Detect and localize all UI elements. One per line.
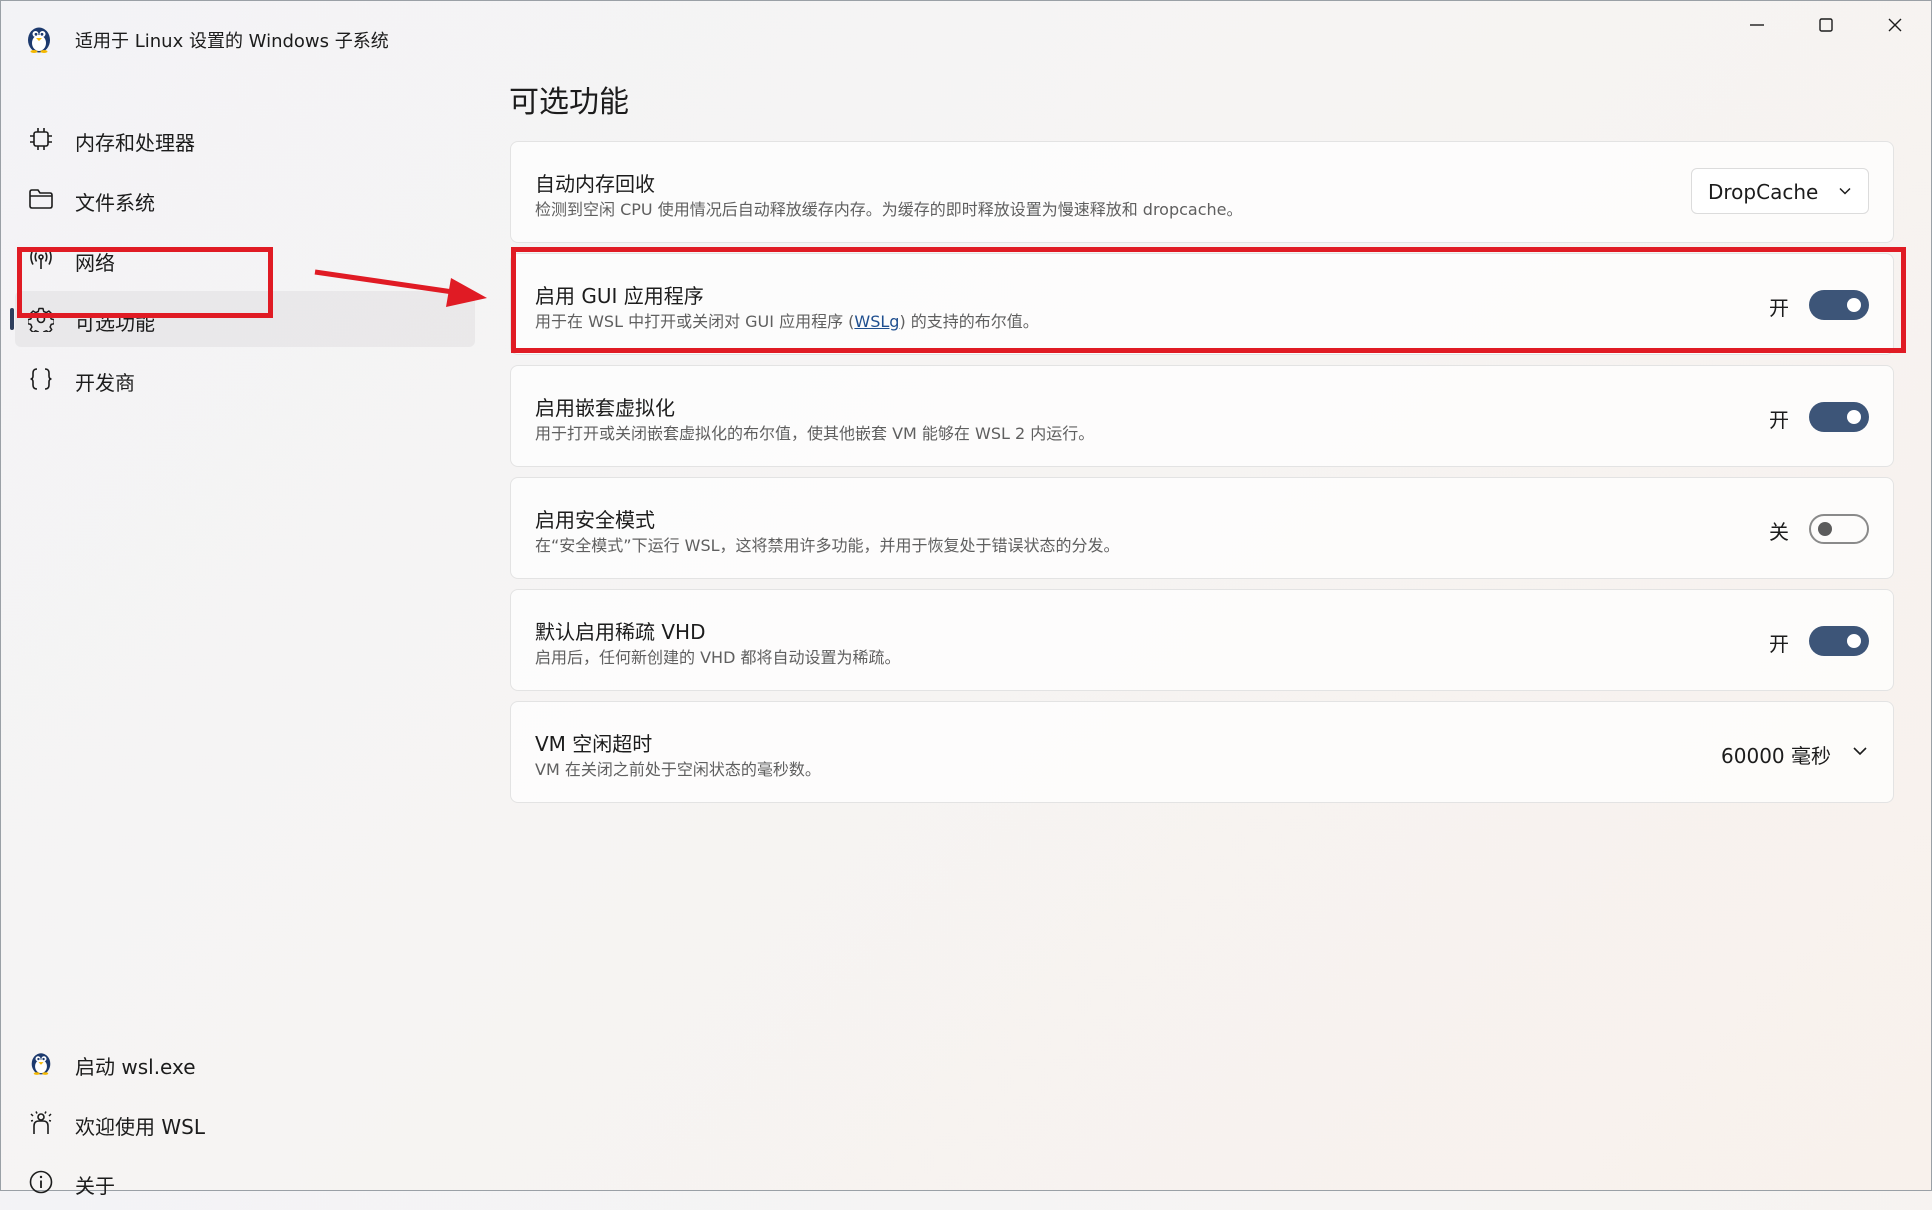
braces-icon	[27, 365, 55, 393]
auto-memory-reclaim-dropdown[interactable]: DropCache	[1691, 168, 1869, 214]
setting-title: 自动内存回收	[535, 172, 655, 196]
chip-icon	[27, 125, 55, 153]
setting-card-vm-idle-timeout[interactable]: VM 空闲超时 VM 在关闭之前处于空闲状态的毫秒数。 60000 毫秒	[510, 701, 1894, 803]
setting-description: VM 在关闭之前处于空闲状态的毫秒数。	[535, 760, 821, 779]
minimize-button[interactable]	[1723, 1, 1791, 49]
nested-virtualization-toggle[interactable]	[1809, 402, 1869, 432]
maximize-button[interactable]	[1792, 1, 1860, 49]
tux-penguin-icon	[27, 1049, 55, 1077]
selection-indicator	[10, 308, 14, 330]
wsl-settings-window: 适用于 Linux 设置的 Windows 子系统 内存和处理器 文件系统 网络…	[0, 0, 1932, 1198]
setting-title: VM 空闲超时	[535, 732, 653, 756]
toggle-knob	[1818, 522, 1832, 536]
folder-icon	[27, 185, 55, 213]
toggle-state-label: 关	[1769, 520, 1789, 544]
sidebar-item-memory-processor[interactable]: 内存和处理器	[15, 111, 475, 167]
setting-title: 默认启用稀疏 VHD	[535, 620, 706, 644]
safe-mode-toggle[interactable]	[1809, 514, 1869, 544]
setting-card-auto-memory-reclaim: 自动内存回收 检测到空闲 CPU 使用情况后自动释放缓存内存。为缓存的即时释放设…	[510, 141, 1894, 243]
info-icon	[27, 1168, 55, 1196]
setting-description: 在“安全模式”下运行 WSL，这将禁用许多功能，并用于恢复处于错误状态的分发。	[535, 536, 1120, 555]
tux-penguin-icon	[28, 27, 50, 53]
sidebar-item-label: 开发商	[75, 371, 135, 395]
close-icon	[1888, 18, 1902, 32]
setting-description: 启用后，任何新创建的 VHD 都将自动设置为稀疏。	[535, 648, 901, 667]
sidebar-item-launch-wsl[interactable]: 启动 wsl.exe	[15, 1035, 475, 1091]
setting-description: 用于打开或关闭嵌套虚拟化的布尔值，使其他嵌套 VM 能够在 WSL 2 内运行。	[535, 424, 1095, 443]
chevron-down-icon[interactable]	[1851, 742, 1869, 760]
close-button[interactable]	[1861, 1, 1929, 49]
setting-description: 检测到空闲 CPU 使用情况后自动释放缓存内存。为缓存的即时释放设置为慢速释放和…	[535, 200, 1243, 219]
sidebar-item-developer[interactable]: 开发商	[15, 351, 475, 407]
maximize-icon	[1819, 18, 1833, 32]
sidebar-item-label: 欢迎使用 WSL	[75, 1115, 205, 1139]
minimize-icon	[1750, 24, 1764, 26]
toggle-knob	[1847, 410, 1861, 424]
sidebar-item-label: 关于	[75, 1174, 115, 1198]
setting-card-sparse-vhd: 默认启用稀疏 VHD 启用后，任何新创建的 VHD 都将自动设置为稀疏。 开	[510, 589, 1894, 691]
sparse-vhd-toggle[interactable]	[1809, 626, 1869, 656]
sidebar-item-file-system[interactable]: 文件系统	[15, 171, 475, 227]
toggle-knob	[1847, 634, 1861, 648]
sidebar-item-label: 内存和处理器	[75, 131, 195, 155]
window-title: 适用于 Linux 设置的 Windows 子系统	[75, 31, 389, 52]
welcome-icon	[27, 1109, 55, 1137]
setting-card-nested-virtualization: 启用嵌套虚拟化 用于打开或关闭嵌套虚拟化的布尔值，使其他嵌套 VM 能够在 WS…	[510, 365, 1894, 467]
page-title: 可选功能	[509, 85, 629, 120]
setting-card-safe-mode: 启用安全模式 在“安全模式”下运行 WSL，这将禁用许多功能，并用于恢复处于错误…	[510, 477, 1894, 579]
title-bar: 适用于 Linux 设置的 Windows 子系统	[1, 1, 1931, 73]
setting-title: 启用安全模式	[535, 508, 655, 532]
dropdown-value: DropCache	[1708, 180, 1819, 204]
vm-idle-timeout-value: 60000 毫秒	[1721, 744, 1831, 768]
setting-title: 启用嵌套虚拟化	[535, 396, 675, 420]
sidebar-item-label: 文件系统	[75, 191, 155, 215]
toggle-state-label: 开	[1769, 408, 1789, 432]
sidebar-item-about[interactable]: 关于	[15, 1154, 475, 1210]
sidebar-item-label: 启动 wsl.exe	[75, 1055, 196, 1079]
toggle-state-label: 开	[1769, 632, 1789, 656]
annotation-arrow-icon	[314, 269, 487, 307]
chevron-down-icon	[1839, 187, 1851, 195]
annotation-highlight-nav	[17, 247, 273, 318]
sidebar-item-welcome[interactable]: 欢迎使用 WSL	[15, 1095, 475, 1151]
annotation-highlight-card	[511, 247, 1906, 353]
